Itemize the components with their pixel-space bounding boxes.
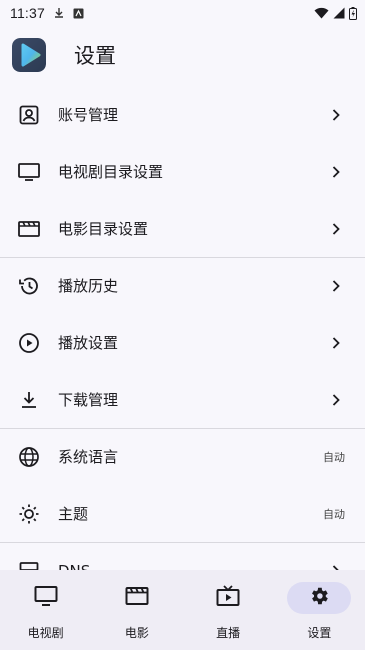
nav-label: 电视剧: [27, 626, 64, 640]
battery-icon: [349, 6, 357, 20]
brightness-icon: [18, 503, 40, 525]
setting-label: 系统语言: [58, 448, 119, 466]
dns-icon: [18, 560, 40, 570]
setting-system-language[interactable]: 系统语言 自动: [0, 428, 365, 485]
setting-label: 播放历史: [58, 277, 119, 295]
setting-value: 自动: [323, 450, 345, 464]
app-notification-icon: [73, 8, 84, 19]
nav-icon-container: [196, 582, 260, 614]
setting-value: 自动: [323, 507, 345, 521]
setting-label: 主题: [58, 505, 89, 523]
nav-label: 电影: [124, 626, 149, 640]
chevron-right-icon: [329, 393, 343, 407]
setting-label: 电影目录设置: [58, 220, 149, 238]
settings-list: 账号管理 电视剧目录设置 电影目录设置 播放历史 播放设置 下载管理 系统语言 …: [0, 86, 365, 570]
setting-label: 下载管理: [58, 391, 119, 409]
setting-label: 账号管理: [58, 106, 119, 124]
chevron-right-icon: [329, 165, 343, 179]
download-icon: [18, 389, 40, 411]
nav-item-movies[interactable]: 电影: [97, 582, 177, 641]
signal-icon: [333, 7, 345, 19]
setting-label: DNS: [58, 562, 329, 571]
nav-label: 直播: [216, 626, 241, 640]
status-time: 11:37: [10, 5, 45, 21]
setting-tv-directory[interactable]: 电视剧目录设置: [0, 143, 365, 200]
page-title: 设置: [74, 44, 116, 68]
wifi-icon: [314, 7, 329, 19]
globe-icon: [18, 446, 40, 468]
chevron-right-icon: [329, 108, 343, 122]
nav-icon-container-active: [287, 582, 352, 614]
account-box-icon: [18, 104, 40, 126]
tv-icon: [34, 585, 58, 611]
app-header: 设置: [0, 26, 365, 84]
bottom-navigation: 电视剧 电影 直播 设置: [0, 570, 365, 650]
play-circle-icon: [18, 332, 40, 354]
setting-theme[interactable]: 主题 自动: [0, 485, 365, 542]
setting-label: 电视剧目录设置: [58, 163, 164, 181]
chevron-right-icon: [329, 279, 343, 293]
chevron-right-icon: [329, 222, 343, 236]
setting-playback[interactable]: 播放设置: [0, 314, 365, 371]
nav-icon-container: [105, 582, 169, 614]
nav-item-settings[interactable]: 设置: [279, 582, 359, 641]
history-icon: [18, 275, 40, 297]
status-bar: 11:37: [0, 0, 365, 26]
setting-download-management[interactable]: 下载管理: [0, 371, 365, 428]
live-tv-icon: [216, 584, 240, 612]
nav-item-live[interactable]: 直播: [188, 582, 268, 641]
chevron-right-icon: [329, 336, 343, 350]
gear-icon: [308, 585, 330, 611]
movie-icon: [18, 218, 40, 240]
nav-icon-container: [14, 582, 78, 614]
movie-icon: [125, 585, 149, 611]
setting-label: 播放设置: [58, 334, 119, 352]
setting-account-management[interactable]: 账号管理: [0, 86, 365, 143]
setting-dns[interactable]: DNS: [0, 542, 365, 570]
tv-icon: [18, 161, 40, 183]
play-logo-icon: [12, 38, 46, 72]
nav-label: 设置: [307, 626, 332, 640]
setting-movie-directory[interactable]: 电影目录设置: [0, 200, 365, 257]
setting-play-history[interactable]: 播放历史: [0, 257, 365, 314]
download-icon: [53, 7, 65, 19]
nav-item-tv-series[interactable]: 电视剧: [6, 582, 86, 641]
